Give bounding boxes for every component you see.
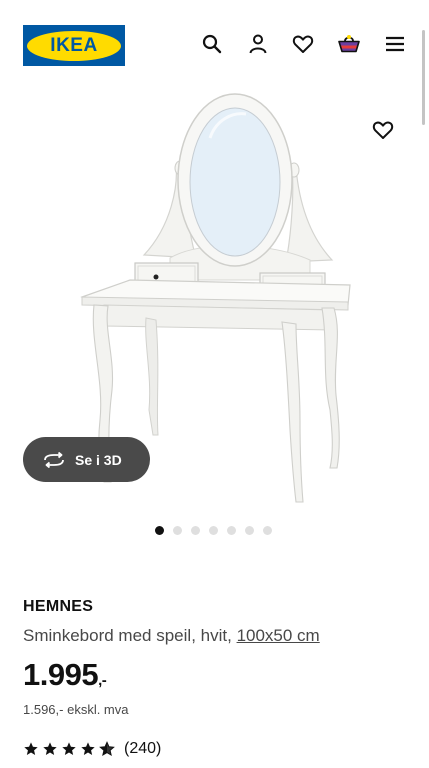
price-main: 1.995 <box>23 657 99 692</box>
favourites-icon[interactable] <box>291 32 315 56</box>
product-description: Sminkebord med speil, hvit, 100x50 cm <box>23 626 320 646</box>
logo-oval: IKEA <box>27 30 121 61</box>
pagination-dot[interactable] <box>263 526 272 535</box>
product-price: 1.995,- <box>23 657 107 693</box>
rating-count: (240) <box>124 740 162 757</box>
header: IKEA <box>0 0 429 80</box>
pagination-dot[interactable] <box>191 526 200 535</box>
search-icon[interactable] <box>200 32 224 56</box>
star-icon <box>43 742 57 755</box>
account-icon[interactable] <box>246 32 270 56</box>
pagination-dot[interactable] <box>155 526 164 535</box>
product-name: HEMNES <box>23 598 94 615</box>
scrollbar[interactable] <box>422 30 425 125</box>
pagination-dot[interactable] <box>245 526 254 535</box>
rotate-3d-icon <box>44 451 64 468</box>
logo-text: IKEA <box>50 34 98 56</box>
star-icon <box>24 742 38 755</box>
product-size-link[interactable]: 100x50 cm <box>237 626 320 645</box>
price-suffix: ,- <box>98 672 107 689</box>
product-rating[interactable]: (240) <box>23 740 161 758</box>
price-excl-vat: 1.596,- ekskl. mva <box>23 702 129 717</box>
menu-icon[interactable] <box>383 32 407 56</box>
pagination-dot[interactable] <box>227 526 236 535</box>
star-icon <box>81 742 95 755</box>
image-pagination <box>155 526 272 536</box>
half-star-icon <box>99 741 115 757</box>
view-3d-button[interactable]: Se i 3D <box>23 437 150 482</box>
pagination-dot[interactable] <box>209 526 218 535</box>
product-favourite-icon[interactable] <box>371 118 395 142</box>
product-description-text: Sminkebord med speil, hvit, <box>23 626 232 645</box>
cart-icon[interactable] <box>337 32 361 56</box>
pagination-dot[interactable] <box>173 526 182 535</box>
view-3d-label: Se i 3D <box>75 451 122 468</box>
ikea-logo[interactable]: IKEA <box>23 25 125 66</box>
star-icon <box>62 742 76 755</box>
